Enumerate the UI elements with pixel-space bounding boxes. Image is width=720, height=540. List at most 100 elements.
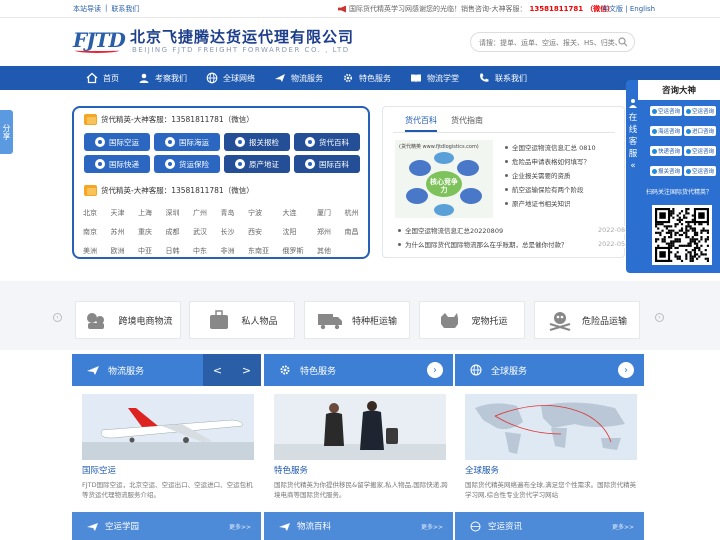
city-link[interactable]: 重庆 <box>138 227 157 237</box>
city-link[interactable]: 非洲 <box>221 246 240 256</box>
consult-button[interactable]: 空运咨询 <box>650 106 682 116</box>
category-pet[interactable]: 宠物托运 <box>419 301 525 339</box>
more-link[interactable]: 更多>> <box>421 522 443 531</box>
nav-item-contact[interactable]: 联系我们 <box>478 66 546 90</box>
pager-prev[interactable]: < <box>213 364 222 377</box>
qr-image <box>655 208 709 262</box>
world-map-photo[interactable] <box>465 394 637 460</box>
news-item[interactable]: 危险品申请表格如何填写？ <box>505 154 621 168</box>
consult-button[interactable]: 报关咨询 <box>650 166 682 176</box>
city-link[interactable]: 厦门 <box>317 208 336 218</box>
service-button[interactable]: 国际百科 <box>294 155 360 173</box>
city-link[interactable]: 天津 <box>111 208 130 218</box>
city-link[interactable]: 苏州 <box>111 227 130 237</box>
city-link[interactable]: 宁波 <box>248 208 274 218</box>
service-button[interactable]: 国际海运 <box>154 133 220 151</box>
city-link[interactable]: 其他 <box>317 246 336 256</box>
online-service-tab[interactable]: 在线客服 « <box>628 98 638 172</box>
news-item[interactable]: 为什么国际货代国际物流那么在乎账期，总是催你付款？ 2022-05-1 <box>398 237 632 251</box>
band-prev-arrow[interactable]: ‹ <box>53 313 62 322</box>
column-more-arrow[interactable]: › <box>618 362 634 378</box>
service-button[interactable]: 货代百科 <box>294 133 360 151</box>
news-item[interactable]: 企业报关需要的资质 <box>505 168 621 182</box>
lang-cn-link[interactable]: 中文版 <box>602 5 623 13</box>
site-guide-link[interactable]: 本站导读 <box>73 4 101 14</box>
city-link[interactable]: 青岛 <box>221 208 240 218</box>
core-competence-diagram[interactable]: (货代精英 www.fjtdlogistics.com) 核心竞争力 <box>395 140 493 218</box>
consult-button[interactable]: 快递咨询 <box>650 146 682 156</box>
plane-icon <box>87 366 99 375</box>
city-link[interactable]: 大连 <box>283 208 309 218</box>
phone-icon <box>480 73 489 82</box>
user-icon <box>139 73 149 83</box>
nav-item-home[interactable]: 首页 <box>86 66 138 90</box>
contact-link[interactable]: 联系我们 <box>111 4 139 14</box>
news-item[interactable]: 原产地证书相关知识 <box>505 196 621 210</box>
city-link[interactable]: 东南亚 <box>248 246 274 256</box>
service-button[interactable]: 报关报检 <box>224 133 290 151</box>
nav-item-network[interactable]: 全球网络 <box>206 66 274 90</box>
logo[interactable]: FJTD <box>73 26 126 56</box>
consult-button[interactable]: 空运咨询 <box>684 106 716 116</box>
city-link[interactable]: 西安 <box>248 227 274 237</box>
service-button[interactable]: 原产地证 <box>224 155 290 173</box>
news-item[interactable]: 全国空运物流信息汇总 0810 <box>505 140 621 154</box>
nav-item-about[interactable]: 考察我们 <box>138 66 206 90</box>
city-link[interactable]: 杭州 <box>345 208 364 218</box>
news-item[interactable]: 航空运输保险有两个阶段 <box>505 182 621 196</box>
city-link[interactable]: 广州 <box>193 208 212 218</box>
service-button[interactable]: 国际空运 <box>84 133 150 151</box>
category-special-container[interactable]: 特种柜运输 <box>304 301 410 339</box>
category-personal[interactable]: 私人物品 <box>189 301 295 339</box>
city-link[interactable]: 俄罗斯 <box>283 246 309 256</box>
city-link[interactable]: 沈阳 <box>283 227 309 237</box>
more-link[interactable]: 更多>> <box>229 522 251 531</box>
consult-button[interactable]: 进口咨询 <box>684 126 716 136</box>
city-link[interactable]: 南京 <box>83 227 102 237</box>
city-link[interactable]: 中东 <box>193 246 212 256</box>
city-link[interactable]: 武汉 <box>193 227 212 237</box>
city-link[interactable]: 上海 <box>138 208 157 218</box>
city-link[interactable]: 北京 <box>83 208 102 218</box>
service-icon <box>95 137 105 147</box>
search-input[interactable] <box>479 36 617 49</box>
business-people-photo[interactable] <box>274 394 446 460</box>
more-link[interactable]: 更多>> <box>612 522 634 531</box>
share-tab[interactable]: 分享 <box>0 110 13 154</box>
city-link[interactable]: 长沙 <box>221 227 240 237</box>
tab-encyclopedia[interactable]: 货代百科 <box>405 115 437 132</box>
column-title[interactable]: 国际空运 <box>82 464 116 476</box>
service-button[interactable]: 国际快递 <box>84 155 150 173</box>
city-link[interactable]: 南昌 <box>345 227 364 237</box>
plane-icon <box>87 522 98 531</box>
column-title[interactable]: 特色服务 <box>274 464 308 476</box>
nav-item-logistics[interactable]: 物流服务 <box>274 66 342 90</box>
qr-code <box>652 205 712 265</box>
consult-button[interactable]: 空运咨询 <box>684 146 716 156</box>
tab-guide[interactable]: 货代指南 <box>451 115 483 132</box>
city-link[interactable]: 中亚 <box>138 246 157 256</box>
pager-next[interactable]: > <box>242 364 251 377</box>
consult-button[interactable]: 海运咨询 <box>650 126 682 136</box>
band-next-arrow[interactable]: › <box>655 313 664 322</box>
category-ecommerce[interactable]: 跨境电商物流 <box>75 301 181 339</box>
city-link[interactable]: 郑州 <box>317 227 336 237</box>
person-icon <box>629 99 637 108</box>
service-button[interactable]: 货运保险 <box>154 155 220 173</box>
lang-en-link[interactable]: English <box>630 5 655 13</box>
nav-item-special[interactable]: 特色服务 <box>342 66 410 90</box>
airplane-photo[interactable] <box>82 394 254 460</box>
nav-item-school[interactable]: 物流学堂 <box>410 66 478 90</box>
city-link[interactable]: 日韩 <box>166 246 185 256</box>
city-link[interactable]: 深圳 <box>166 208 185 218</box>
city-link[interactable]: 美洲 <box>83 246 102 256</box>
column-title[interactable]: 全球服务 <box>465 464 499 476</box>
news-item[interactable]: 全国空运物流信息汇总20220809 2022-08-0 <box>398 223 632 237</box>
category-dangerous[interactable]: 危险品运输 <box>534 301 640 339</box>
consult-title: 咨询大神 <box>638 80 720 100</box>
column-more-arrow[interactable]: › <box>427 362 443 378</box>
city-link[interactable]: 欧洲 <box>111 246 130 256</box>
city-link[interactable]: 成都 <box>166 227 185 237</box>
consult-button[interactable]: 空运咨询 <box>684 166 716 176</box>
search-icon[interactable] <box>618 37 628 47</box>
